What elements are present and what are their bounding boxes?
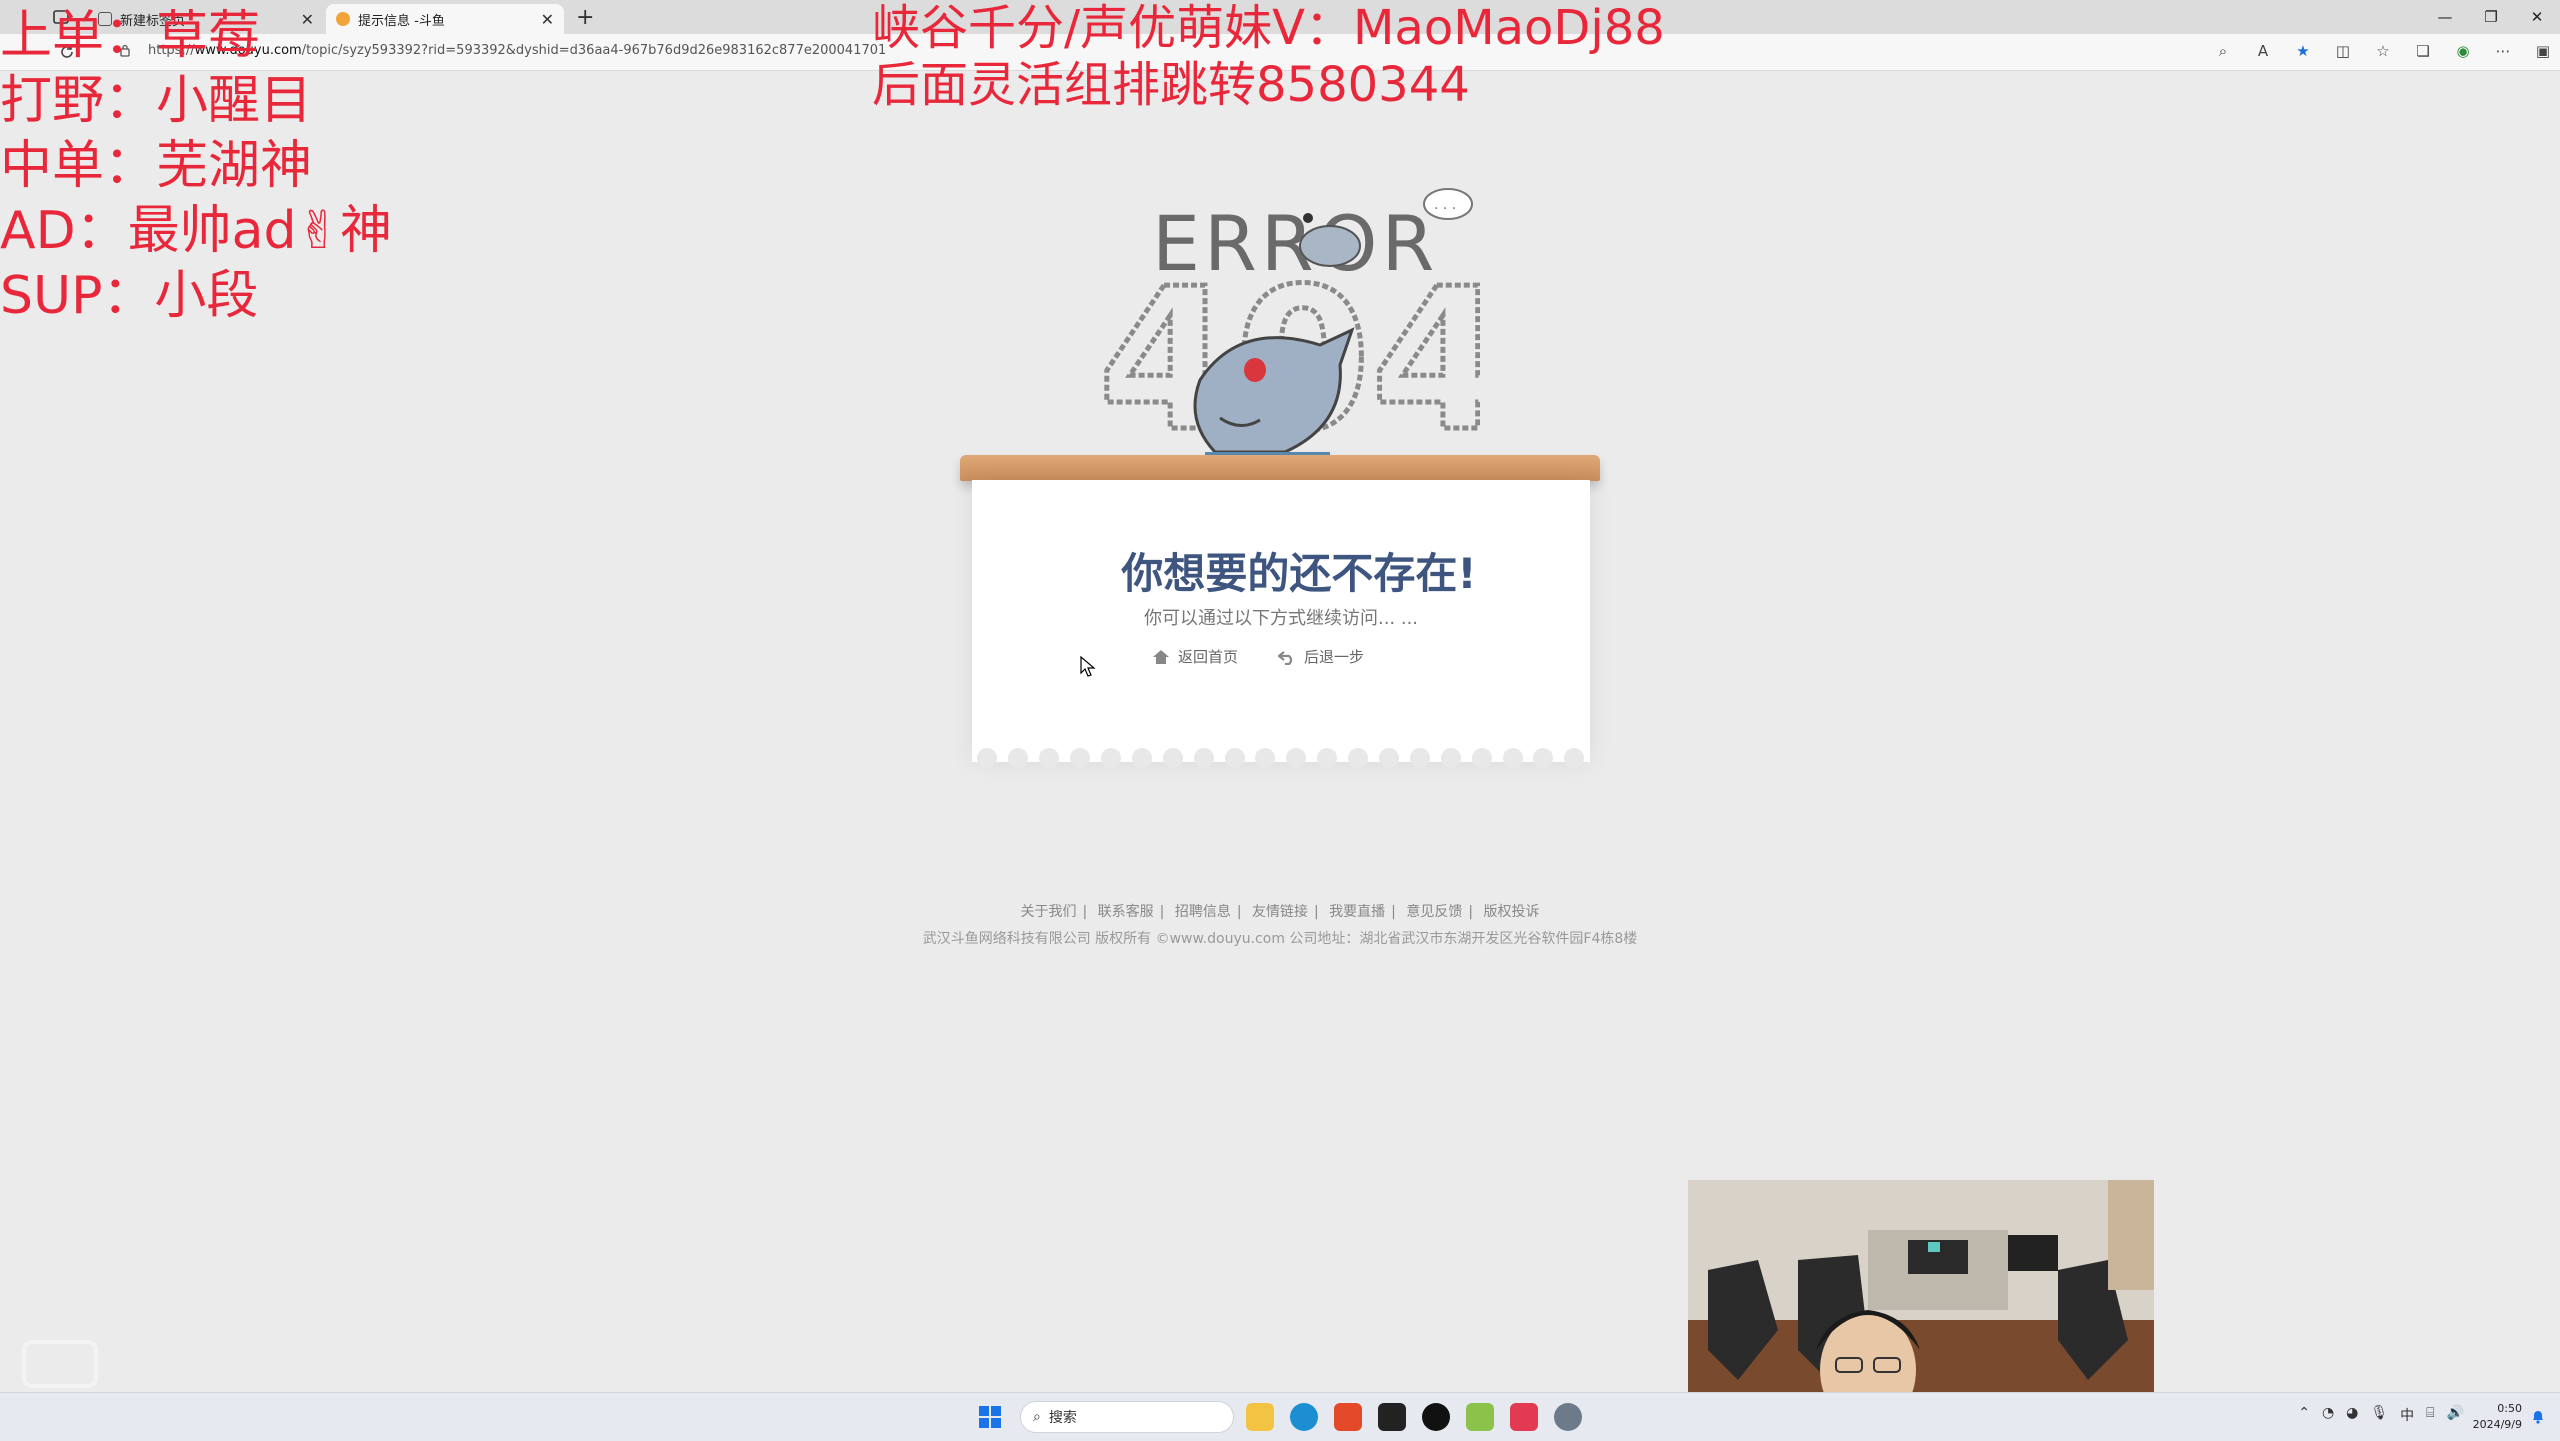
lineup-mid: 中单：芜湖神 xyxy=(0,136,313,196)
clock-time: 0:50 xyxy=(2497,1402,2522,1415)
footer-link-copyright-complaint[interactable]: 版权投诉 xyxy=(1484,904,1540,920)
split-screen-icon[interactable]: ◫ xyxy=(2332,40,2354,62)
wooden-shelf xyxy=(960,455,1600,481)
taskbar: ⌕ 搜索 ⌃ ◔ ◕ 🎙 中 ⌸ 🔊 0:50 2024/9/9 xyxy=(0,1392,2560,1441)
return-home-link[interactable]: 返回首页 xyxy=(1152,646,1238,667)
speech-bubble-icon: . . . xyxy=(1423,188,1473,220)
lineup-ad: AD：最帅ad✌神 xyxy=(0,201,393,261)
file-explorer-icon[interactable] xyxy=(1246,1403,1274,1431)
go-back-link[interactable]: 后退一步 xyxy=(1278,646,1364,667)
minimize-icon[interactable]: — xyxy=(2422,0,2468,34)
system-tray: ⌃ ◔ ◕ 🎙 中 ⌸ 🔊 xyxy=(2298,1405,2464,1425)
error-headline: 你想要的还不存在! xyxy=(1121,549,1477,598)
promo-line-1: 峡谷千分/声优萌妹V：MaoMaoDj88 xyxy=(872,0,1665,56)
tray-chevron-up-icon[interactable]: ⌃ xyxy=(2298,1405,2310,1425)
error-card: 你想要的还不存在! 你可以通过以下方式继续访问... ... 返回首页 后退一步 xyxy=(972,480,1590,762)
error-actions: 返回首页 后退一步 xyxy=(1152,646,1364,667)
footer-links: 关于我们 | 联系客服 | 招聘信息 | 友情链接 | 我要直播 | 意见反馈 | 版权投诉 xyxy=(1020,904,1540,920)
settings-gear-icon[interactable] xyxy=(1554,1403,1582,1431)
steam-app-icon[interactable] xyxy=(1422,1403,1450,1431)
svg-text:. . .: . . . xyxy=(1434,197,1456,213)
microphone-icon[interactable]: 🎙 xyxy=(2370,1405,2388,1425)
lol-app-icon[interactable] xyxy=(1378,1403,1406,1431)
collections-icon[interactable]: ❏ xyxy=(2412,40,2434,62)
more-menu-icon[interactable]: ⋯ xyxy=(2492,40,2514,62)
address-bar-actions: ⌕ A ★ ◫ ☆ ❏ ◉ ⋯ ▣ xyxy=(2212,40,2554,62)
footer-link-live[interactable]: 我要直播 xyxy=(1329,904,1385,920)
lineup-top: 上单：草莓 xyxy=(0,6,261,66)
system-clock[interactable]: 0:50 2024/9/9 xyxy=(2473,1401,2522,1433)
input-method-indicator[interactable]: 中 xyxy=(2400,1405,2414,1425)
footer-link-jobs[interactable]: 招聘信息 xyxy=(1175,904,1231,920)
lineup-jungle: 打野：小醒目 xyxy=(0,71,313,131)
home-icon xyxy=(1153,649,1169,664)
promo-overlay: 峡谷千分/声优萌妹V：MaoMaoDj88 后面灵活组排跳转8580344 xyxy=(872,0,1665,114)
notification-bell-icon[interactable] xyxy=(2530,1408,2546,1424)
promo-line-2: 后面灵活组排跳转8580344 xyxy=(872,57,1470,113)
search-icon: ⌕ xyxy=(1033,1409,1041,1425)
copyright-text: 武汉斗鱼网络科技有限公司 版权所有 ©www.douyu.com 公司地址：湖北… xyxy=(922,931,1638,947)
sidebar-icon[interactable]: ▣ xyxy=(2532,40,2554,62)
game-app-icon[interactable] xyxy=(1466,1403,1494,1431)
footer-link-friends[interactable]: 友情链接 xyxy=(1252,904,1308,920)
close-window-icon[interactable]: ✕ xyxy=(2514,0,2560,34)
close-tab-icon[interactable]: ✕ xyxy=(541,10,554,29)
zoom-icon[interactable]: ⌕ xyxy=(2212,40,2234,62)
error-404-illustration: ERROR 404 . . . xyxy=(1096,188,1480,470)
footer-link-feedback[interactable]: 意见反馈 xyxy=(1406,904,1462,920)
edge-browser-icon[interactable] xyxy=(1290,1403,1318,1431)
footer-link-about[interactable]: 关于我们 xyxy=(1020,904,1076,920)
volume-icon[interactable]: 🔊 xyxy=(2447,1405,2464,1425)
lineup-sup: SUP：小段 xyxy=(0,266,259,326)
restore-icon[interactable]: ❐ xyxy=(2468,0,2514,34)
taskbar-search-placeholder: 搜索 xyxy=(1048,1410,1077,1426)
clock-date: 2024/9/9 xyxy=(2472,1418,2522,1431)
go-back-label: 后退一步 xyxy=(1304,648,1365,666)
window-controls: — ❐ ✕ xyxy=(2422,0,2560,34)
tray-app-icon[interactable]: ◔ xyxy=(2322,1405,2334,1425)
return-home-label: 返回首页 xyxy=(1178,648,1239,666)
undo-arrow-icon xyxy=(1278,650,1293,665)
favorites-icon[interactable]: ☆ xyxy=(2372,40,2394,62)
card-perforation xyxy=(972,748,1590,768)
taskbar-search[interactable]: ⌕ 搜索 xyxy=(1020,1401,1234,1433)
douyu-app-icon[interactable] xyxy=(1334,1403,1362,1431)
read-aloud-icon[interactable]: A xyxy=(2252,40,2274,62)
footer-link-contact[interactable]: 联系客服 xyxy=(1098,904,1154,920)
mouse-cursor-icon xyxy=(1080,656,1096,677)
extensions-icon[interactable]: ◉ xyxy=(2452,40,2474,62)
windows-start-icon[interactable] xyxy=(978,1405,1002,1429)
tray-douyu-icon[interactable]: ◕ xyxy=(2346,1405,2358,1425)
new-tab-button[interactable]: + xyxy=(576,5,594,30)
error-subline: 你可以通过以下方式继续访问... ... xyxy=(1143,608,1419,629)
favorite-star-icon[interactable]: ★ xyxy=(2292,40,2314,62)
network-icon[interactable]: ⌸ xyxy=(2426,1405,2434,1425)
netease-music-icon[interactable] xyxy=(1510,1403,1538,1431)
lineup-overlay: 上单：草莓 打野：小醒目 中单：芜湖神 AD：最帅ad✌神 SUP：小段 xyxy=(0,4,392,329)
